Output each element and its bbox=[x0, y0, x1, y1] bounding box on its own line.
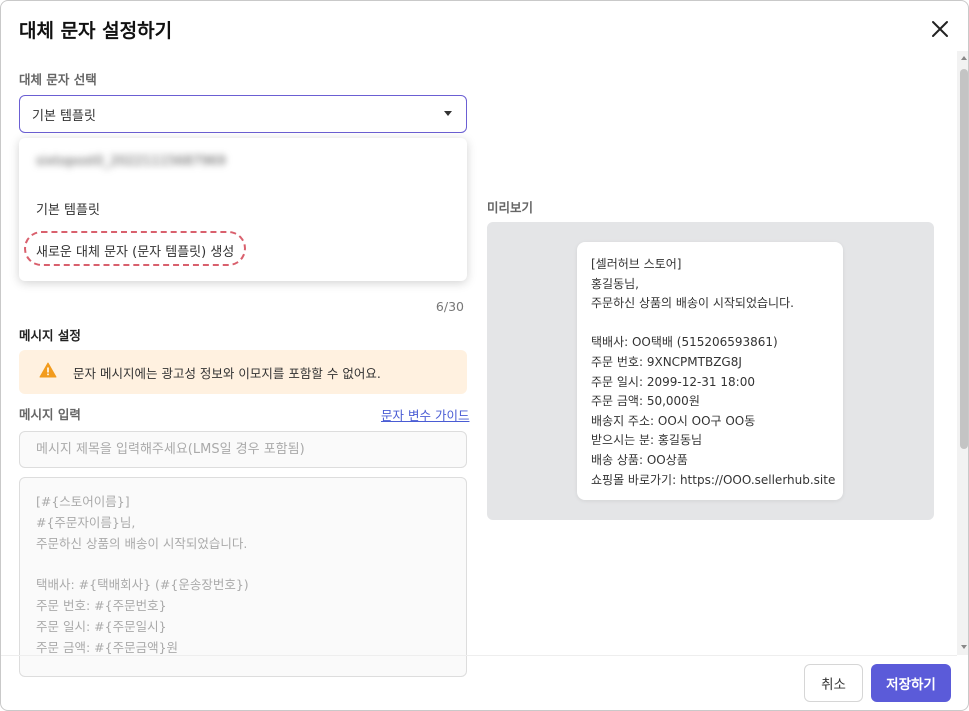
message-settings-label: 메시지 설정 bbox=[19, 328, 81, 343]
body-line bbox=[36, 554, 450, 575]
body-line: 택배사: #{택배회사} (#{운송장번호}) bbox=[36, 577, 249, 593]
preview-panel: [셀러허브 스토어] 홍길동님, 주문하신 상품의 배송이 시작되었습니다. 택… bbox=[487, 222, 934, 520]
preview-line: 주문하신 상품의 배송이 시작되었습니다. bbox=[591, 296, 794, 311]
preview-line: 택배사: OO택배 (515206593861) bbox=[591, 335, 778, 350]
preview-line: 쇼핑몰 바로가기: https://OOO.sellerhub.site bbox=[591, 472, 836, 487]
template-dropdown: sixtopost0_20221115687969 기본 템플릿 새로운 대체 … bbox=[19, 138, 467, 281]
preview-message-bubble: [셀러허브 스토어] 홍길동님, 주문하신 상품의 배송이 시작되었습니다. 택… bbox=[577, 242, 843, 500]
warning-icon bbox=[39, 362, 57, 382]
footer-divider bbox=[1, 655, 957, 656]
message-subject-input[interactable] bbox=[19, 431, 467, 468]
body-line: [#{스토어이름}] bbox=[36, 494, 130, 509]
scroll-down-icon[interactable] bbox=[961, 645, 967, 649]
dropdown-option-default[interactable]: 기본 템플릿 bbox=[36, 199, 100, 218]
template-select[interactable]: 기본 템플릿 bbox=[19, 95, 467, 133]
template-select-value: 기본 템플릿 bbox=[32, 108, 96, 124]
preview-line: 주문 금액: 50,000원 bbox=[591, 394, 700, 409]
dropdown-option-new-template[interactable]: 새로운 대체 문자 (문자 템플릿) 생성 bbox=[36, 241, 234, 260]
preview-line: 받으시는 분: 홍길동님 bbox=[591, 433, 703, 448]
body-line: 주문 일시: #{주문일시} bbox=[36, 618, 167, 634]
preview-line: 배송 상품: OO상품 bbox=[591, 452, 688, 467]
message-input-label: 메시지 입력 bbox=[19, 407, 81, 422]
template-select-label: 대체 문자 선택 bbox=[19, 72, 97, 87]
warning-banner: 문자 메시지에는 광고성 정보와 이모지를 포함할 수 없어요. bbox=[19, 350, 467, 394]
preview-line: 배송지 주소: OO시 OO구 OO동 bbox=[591, 413, 756, 428]
save-button[interactable]: 저장하기 bbox=[871, 664, 951, 702]
body-line: 주문하신 상품의 배송이 시작되었습니다. bbox=[36, 535, 248, 551]
preview-line: 홍길동님, bbox=[591, 276, 639, 291]
caret-down-icon bbox=[444, 111, 452, 116]
dropdown-option-blurred[interactable]: sixtopost0_20221115687969 bbox=[36, 154, 226, 169]
dialog-title: 대체 문자 설정하기 bbox=[19, 20, 173, 42]
warning-text: 문자 메시지에는 광고성 정보와 이모지를 포함할 수 없어요. bbox=[73, 365, 381, 381]
body-line: 주문 번호: #{주문번호} bbox=[36, 597, 167, 613]
preview-line: 주문 번호: 9XNCPMTBZG8J bbox=[591, 354, 742, 369]
preview-label: 미리보기 bbox=[487, 200, 534, 215]
preview-line bbox=[591, 314, 829, 334]
variable-guide-link[interactable]: 문자 변수 가이드 bbox=[381, 405, 469, 424]
preview-line: [셀러허브 스토어] bbox=[591, 257, 682, 271]
cancel-button[interactable]: 취소 bbox=[804, 664, 863, 702]
close-icon[interactable] bbox=[928, 17, 952, 41]
message-body-textarea[interactable]: [#{스토어이름}] #{주문자이름}님, 주문하신 상품의 배송이 시작되었습… bbox=[19, 477, 467, 677]
scrollbar-thumb[interactable] bbox=[960, 69, 968, 449]
char-count: 6/30 bbox=[435, 299, 464, 314]
scroll-up-icon[interactable] bbox=[961, 56, 967, 60]
preview-line: 주문 일시: 2099-12-31 18:00 bbox=[591, 374, 755, 389]
dialog: 대체 문자 설정하기 대체 문자 선택 기본 템플릿 sixtopost0_20… bbox=[0, 0, 969, 711]
body-line: #{주문자이름}님, bbox=[36, 514, 136, 530]
